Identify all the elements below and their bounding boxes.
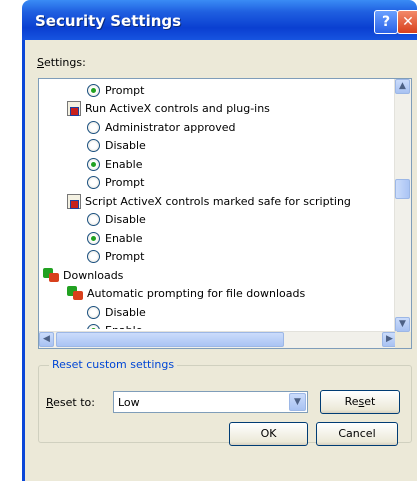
scroll-left-icon[interactable]: ◀ bbox=[39, 332, 54, 347]
script-settings-icon bbox=[67, 101, 81, 116]
downloads-icon bbox=[43, 267, 59, 283]
settings-list[interactable]: Prompt Run ActiveX controls and plug-ins A… bbox=[38, 78, 412, 349]
close-button[interactable]: ✕ bbox=[397, 10, 417, 34]
settings-item-label: Disable bbox=[105, 213, 146, 226]
reset-level-value: Low bbox=[118, 396, 140, 409]
settings-category: Automatic prompting for file downloads bbox=[67, 285, 305, 303]
radio-option[interactable]: Administrator approved bbox=[87, 118, 235, 136]
dialog-body: Settings: Prompt Run ActiveX controls and… bbox=[22, 40, 417, 481]
radio-option[interactable]: Enable bbox=[87, 229, 142, 247]
radio-checked-icon[interactable] bbox=[87, 324, 100, 329]
radio-option[interactable]: Disable bbox=[87, 303, 146, 321]
radio-option[interactable]: Prompt bbox=[87, 248, 144, 266]
settings-item-label: Enable bbox=[105, 157, 143, 171]
radio-unchecked-icon[interactable] bbox=[87, 213, 100, 226]
security-settings-dialog: Security Settings ? ✕ Settings: Prompt Ru… bbox=[22, 0, 417, 481]
settings-item-label: Run ActiveX controls and plug-ins bbox=[85, 102, 270, 115]
vertical-scroll-thumb[interactable] bbox=[395, 179, 410, 199]
radio-unchecked-icon[interactable] bbox=[87, 139, 100, 152]
radio-unchecked-icon[interactable] bbox=[87, 120, 100, 134]
vertical-scrollbar[interactable]: ▲ ▼ bbox=[394, 79, 411, 332]
radio-checked-icon[interactable] bbox=[87, 83, 100, 97]
scroll-corner bbox=[395, 332, 411, 348]
horizontal-scroll-thumb[interactable] bbox=[56, 332, 284, 347]
radio-option[interactable]: Prompt bbox=[87, 81, 144, 99]
scroll-down-icon[interactable]: ▼ bbox=[395, 317, 410, 332]
radio-unchecked-icon[interactable] bbox=[87, 176, 100, 189]
radio-unchecked-icon[interactable] bbox=[87, 250, 100, 263]
radio-checked-icon[interactable] bbox=[87, 231, 100, 245]
help-button[interactable]: ? bbox=[374, 10, 398, 34]
settings-item-label: Disable bbox=[105, 305, 146, 319]
settings-category: Run ActiveX controls and plug-ins bbox=[67, 100, 270, 118]
settings-item-label: Prompt bbox=[105, 83, 145, 97]
radio-option[interactable]: Disable bbox=[87, 137, 146, 155]
settings-group-header: Downloads bbox=[43, 266, 123, 284]
settings-item-label: Prompt bbox=[105, 176, 145, 189]
radio-option[interactable]: Disable bbox=[87, 211, 146, 229]
cancel-button[interactable]: Cancel bbox=[316, 422, 398, 446]
downloads-icon bbox=[67, 286, 83, 301]
settings-item-label: Disable bbox=[105, 139, 146, 152]
radio-checked-icon[interactable] bbox=[87, 157, 100, 171]
radio-option[interactable]: Prompt bbox=[87, 174, 144, 192]
radio-unchecked-icon[interactable] bbox=[87, 305, 100, 319]
scroll-up-icon[interactable]: ▲ bbox=[395, 79, 410, 94]
settings-items: Prompt Run ActiveX controls and plug-ins A… bbox=[39, 79, 397, 329]
settings-category: Script ActiveX controls marked safe for … bbox=[67, 192, 351, 210]
settings-item-label: Enable bbox=[105, 324, 142, 329]
radio-option[interactable]: Enable bbox=[87, 155, 142, 173]
ok-button[interactable]: OK bbox=[229, 422, 308, 446]
chevron-down-icon[interactable]: ▼ bbox=[289, 393, 306, 411]
title-bar[interactable]: Security Settings ? ✕ bbox=[22, 0, 417, 40]
reset-button[interactable]: Reset bbox=[320, 390, 400, 414]
settings-label: Settings: bbox=[37, 56, 86, 69]
settings-item-label: Automatic prompting for file downloads bbox=[87, 287, 306, 300]
settings-item-label: Prompt bbox=[105, 250, 145, 263]
settings-item-label: Enable bbox=[105, 231, 143, 245]
reset-level-select[interactable]: Low ▼ bbox=[113, 391, 308, 413]
reset-to-label: Reset to: bbox=[46, 396, 95, 409]
settings-item-label: Administrator approved bbox=[105, 120, 236, 134]
horizontal-scrollbar[interactable]: ◀ ▶ bbox=[39, 331, 397, 348]
dialog-title: Security Settings bbox=[35, 12, 182, 30]
script-settings-icon bbox=[67, 193, 81, 209]
group-title: Reset custom settings bbox=[49, 358, 178, 371]
settings-item-label: Downloads bbox=[63, 268, 124, 282]
radio-option[interactable]: Enable bbox=[87, 322, 142, 329]
settings-item-label: Script ActiveX controls marked safe for … bbox=[85, 194, 351, 208]
